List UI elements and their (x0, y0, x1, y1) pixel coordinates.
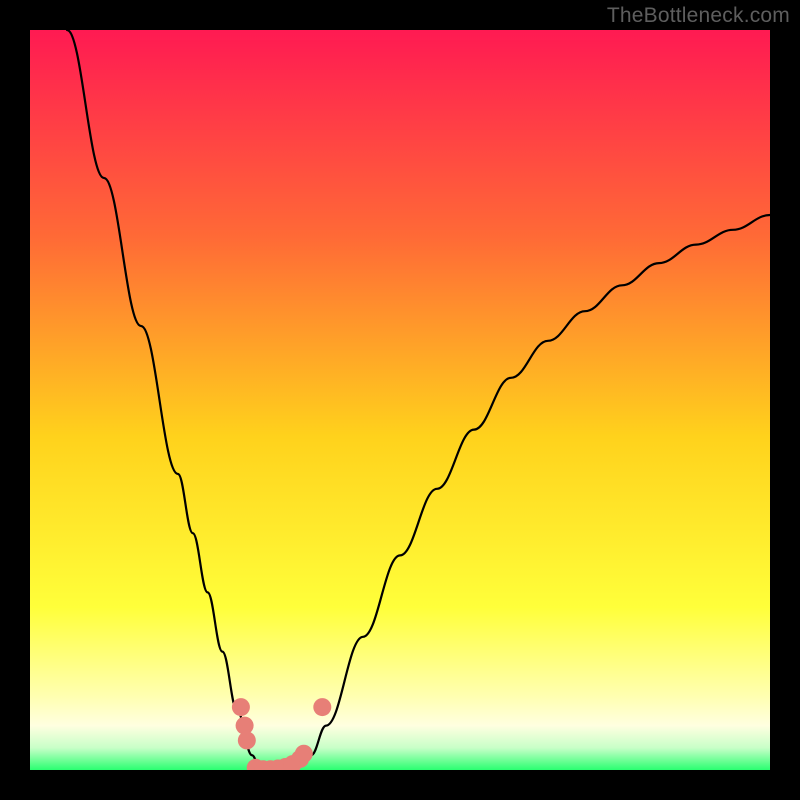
attribution-watermark: TheBottleneck.com (607, 4, 790, 28)
data-marker (295, 745, 313, 763)
plot-area (30, 30, 770, 770)
data-marker (232, 698, 250, 716)
bottleneck-chart (30, 30, 770, 770)
data-marker (313, 698, 331, 716)
chart-frame: TheBottleneck.com (0, 0, 800, 800)
data-marker (238, 731, 256, 749)
gradient-background (30, 30, 770, 770)
